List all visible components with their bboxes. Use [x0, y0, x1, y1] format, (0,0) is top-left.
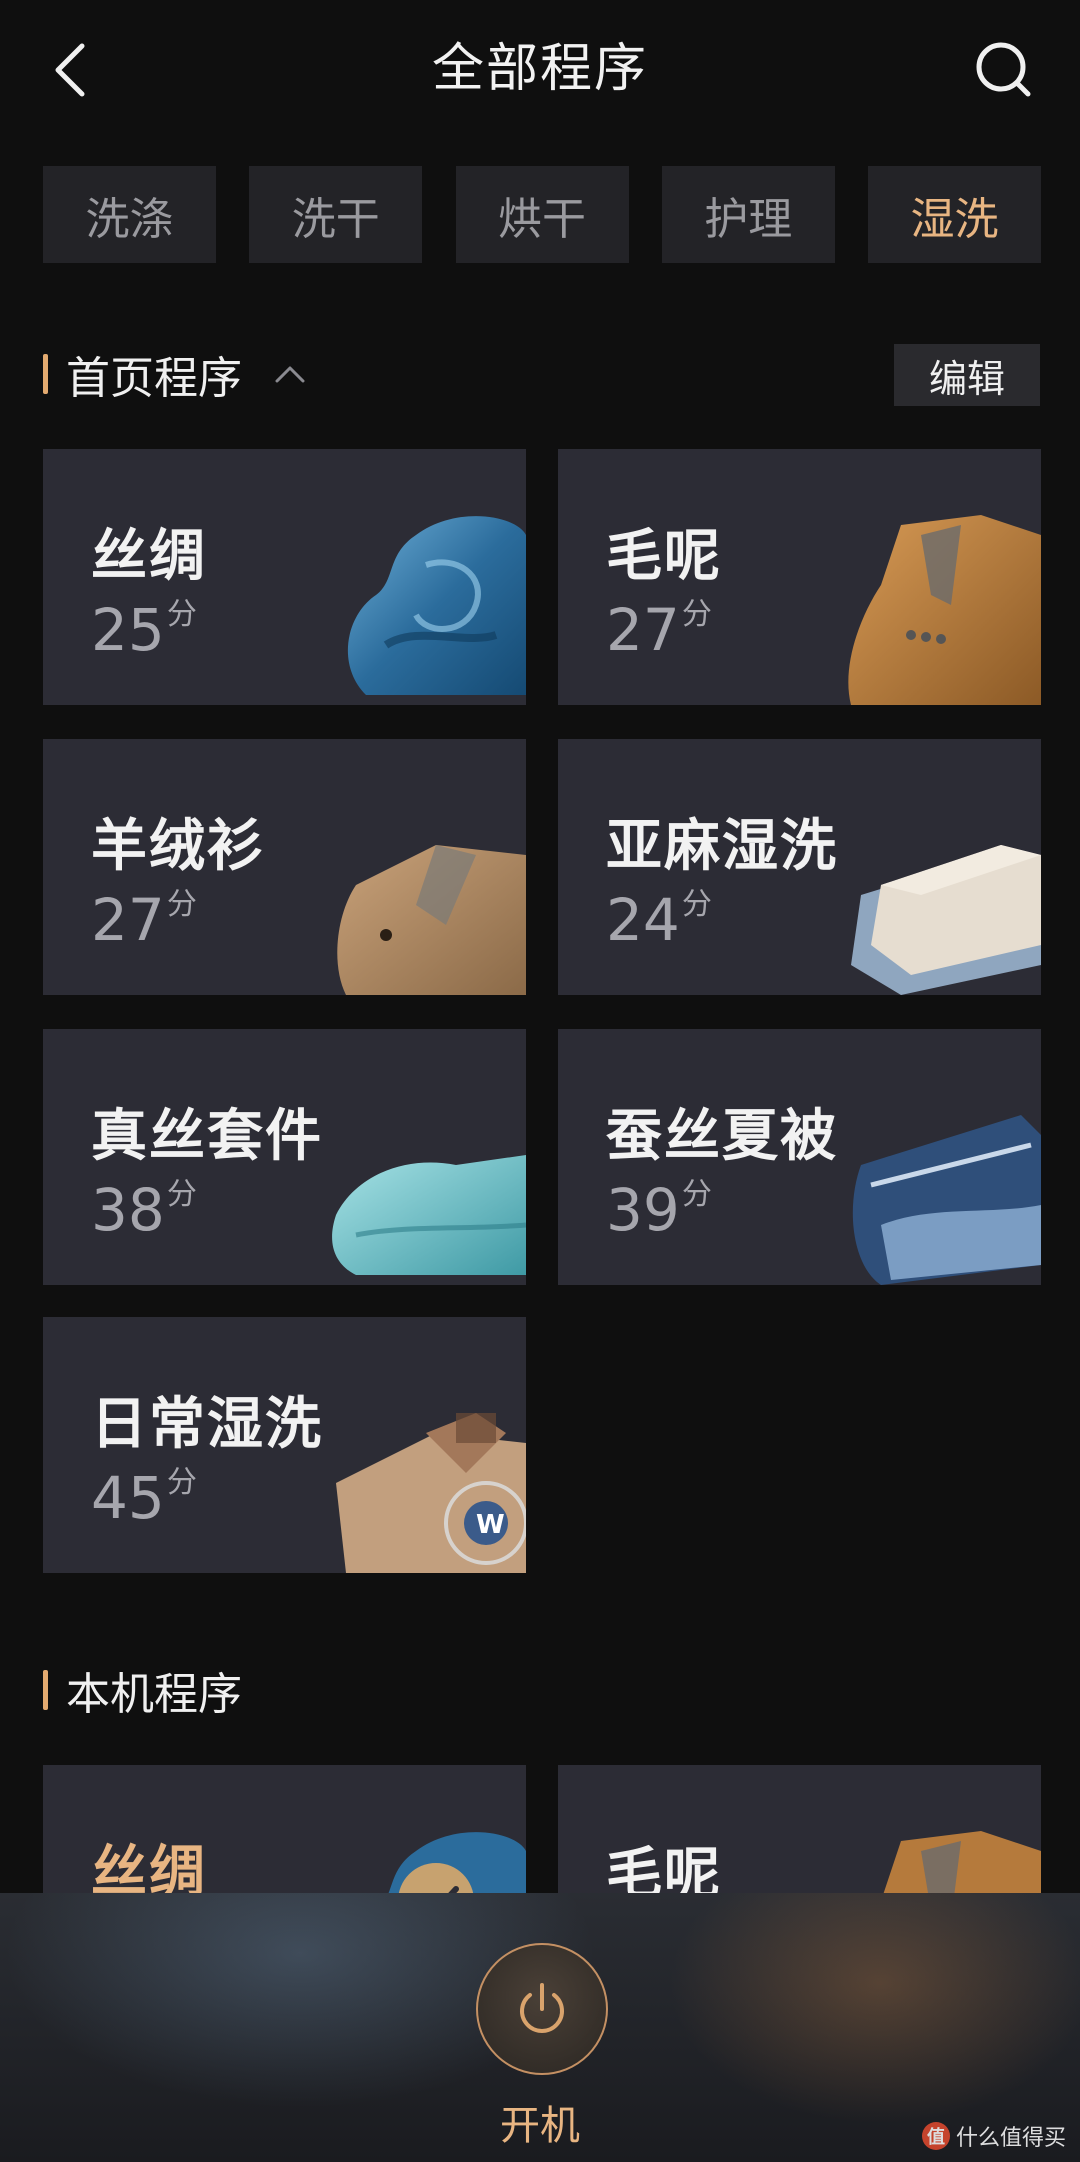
- edit-button[interactable]: 编辑: [894, 344, 1040, 406]
- program-name: 亚麻湿洗: [606, 814, 838, 879]
- program-name: 日常湿洗: [91, 1392, 323, 1457]
- page-title: 全部程序: [431, 39, 648, 99]
- program-card-silk-quilt[interactable]: 蚕丝夏被 39分: [558, 1029, 1041, 1285]
- program-duration: 27分: [91, 886, 197, 954]
- program-list-page: 全部程序 洗涤 洗干 烘干 护理 湿洗 首页程序 编辑 丝绸 25分 毛呢 27…: [0, 0, 1080, 2162]
- local-programs-title: 本机程序: [66, 1669, 242, 1720]
- program-card-daily[interactable]: 日常湿洗 45分 W: [43, 1317, 526, 1573]
- tab-dry[interactable]: 烘干: [455, 166, 629, 263]
- search-button[interactable]: [964, 30, 1044, 110]
- program-card-silk[interactable]: 丝绸 25分: [43, 449, 526, 705]
- cashmere-jacket-image: [337, 845, 526, 995]
- silk-quilt-image: [852, 1115, 1041, 1285]
- program-name: 羊绒衫: [91, 814, 265, 879]
- chevron-up-icon: [275, 366, 305, 383]
- power-label: 开机: [500, 2103, 580, 2149]
- program-duration: 38分: [91, 1176, 197, 1244]
- tab-wet-clean[interactable]: 湿洗: [868, 166, 1041, 263]
- section-accent-bar: [43, 1670, 48, 1710]
- power-button[interactable]: [476, 1943, 608, 2075]
- home-programs-title: 首页程序: [66, 353, 242, 404]
- section-accent-bar: [43, 354, 48, 394]
- tab-wash[interactable]: 洗涤: [43, 166, 216, 263]
- linen-fabric-image: [851, 845, 1041, 995]
- watermark-text: 什么值得买: [955, 2126, 1066, 2151]
- watermark: 值 什么值得买: [921, 2120, 1066, 2152]
- program-card-linen[interactable]: 亚麻湿洗 24分: [558, 739, 1041, 995]
- program-name: 真丝套件: [91, 1104, 323, 1169]
- power-icon: [520, 1983, 564, 2033]
- watermark-logo-icon: 值: [921, 2122, 950, 2150]
- polo-shirt-image: W: [336, 1413, 526, 1573]
- home-programs-header: 首页程序: [43, 344, 308, 404]
- program-card-wool[interactable]: 毛呢 27分: [558, 449, 1041, 705]
- tab-care[interactable]: 护理: [661, 166, 835, 263]
- program-duration: 27分: [606, 596, 712, 664]
- category-tabs: 洗涤 洗干 烘干 护理 湿洗: [43, 166, 1041, 263]
- program-duration: 39分: [606, 1176, 712, 1244]
- silk-scarf-image: [347, 516, 526, 695]
- program-name: 蚕丝夏被: [606, 1104, 838, 1169]
- svg-text:W: W: [476, 1510, 505, 1540]
- silk-bedding-image: [332, 1155, 526, 1275]
- collapse-toggle[interactable]: [272, 356, 308, 392]
- program-name: 毛呢: [606, 524, 722, 589]
- wool-coat-image: [848, 515, 1041, 705]
- bottom-power-bar: 开机 值 什么值得买: [0, 1893, 1080, 2162]
- program-duration: 45分: [91, 1464, 197, 1532]
- program-card-cashmere[interactable]: 羊绒衫 27分: [43, 739, 526, 995]
- program-name: 丝绸: [91, 524, 207, 589]
- local-programs-header: 本机程序: [43, 1660, 242, 1720]
- program-duration: 24分: [606, 886, 712, 954]
- top-bar: 全部程序: [0, 0, 1080, 140]
- tab-wash-dry[interactable]: 洗干: [249, 166, 423, 263]
- program-duration: 25分: [91, 596, 197, 664]
- search-icon: [976, 42, 1031, 97]
- program-card-silk-bedding[interactable]: 真丝套件 38分: [43, 1029, 526, 1285]
